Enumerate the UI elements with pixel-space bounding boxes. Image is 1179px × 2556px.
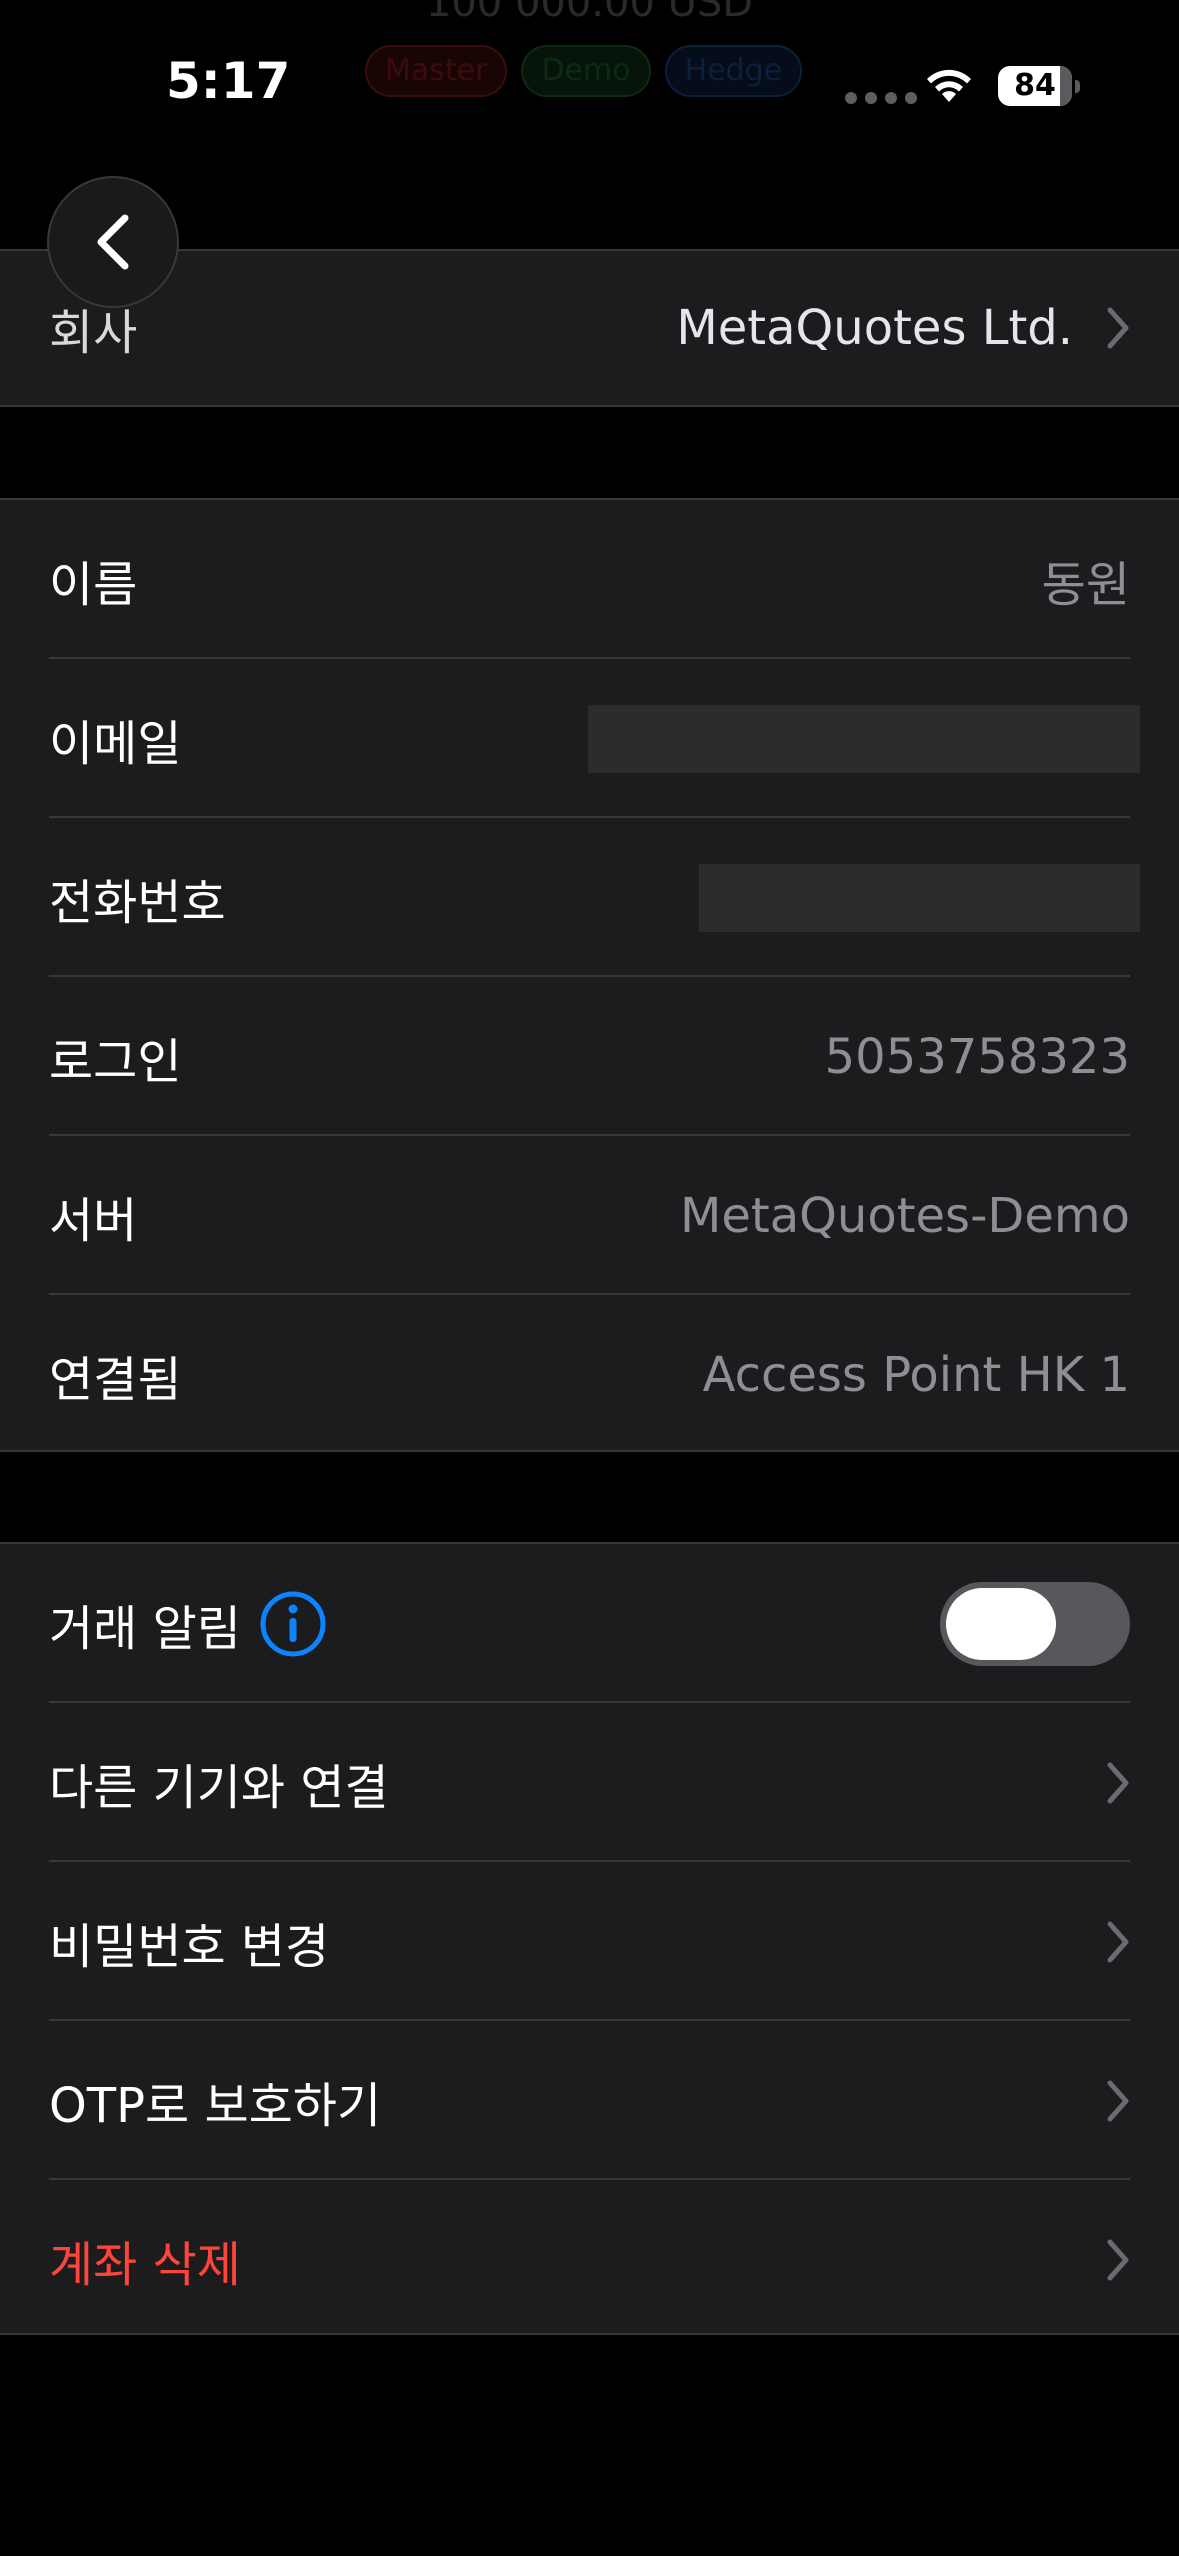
- account-tags: Master Demo Hedge: [365, 45, 803, 97]
- info-circle-icon[interactable]: [259, 1590, 327, 1658]
- connect-device-row[interactable]: 다른 기기와 연결: [0, 1703, 1179, 1862]
- header-balance: 100 000.00 USD: [425, 0, 754, 26]
- server-value: MetaQuotes-Demo: [679, 1187, 1130, 1244]
- delete-account-row[interactable]: 계좌 삭제: [0, 2180, 1179, 2339]
- email-value-redacted: [588, 704, 1140, 773]
- connected-row: 연결됨 Access Point HK 1: [0, 1295, 1179, 1454]
- delete-account-label: 계좌 삭제: [49, 2236, 241, 2293]
- company-section: 회사 MetaQuotes Ltd.: [0, 249, 1179, 407]
- account-actions-section: 거래 알림 다른 기기와 연결 비밀번호 변경 OTP로 보호하기 계좌 삭제: [0, 1542, 1179, 2335]
- name-row: 이름 동원: [0, 500, 1179, 659]
- toggle-knob: [946, 1587, 1056, 1660]
- trade-alerts-toggle[interactable]: [940, 1581, 1130, 1666]
- wifi-icon: [923, 66, 975, 110]
- chevron-right-icon: [1107, 2239, 1129, 2280]
- name-value: 동원: [1041, 556, 1130, 613]
- phone-label: 전화번호: [49, 874, 226, 931]
- phone-row: 전화번호: [0, 818, 1179, 977]
- otp-protect-row[interactable]: OTP로 보호하기: [0, 2021, 1179, 2180]
- battery-percent: 84: [1014, 68, 1056, 103]
- company-row[interactable]: 회사 MetaQuotes Ltd.: [0, 251, 1179, 405]
- server-row: 서버 MetaQuotes-Demo: [0, 1136, 1179, 1295]
- battery-icon: 84: [998, 66, 1080, 106]
- trade-alerts-row: 거래 알림: [0, 1544, 1179, 1703]
- change-password-label: 비밀번호 변경: [49, 1918, 330, 1975]
- chevron-right-icon: [1107, 2080, 1129, 2121]
- server-label: 서버: [49, 1192, 138, 1249]
- chevron-right-icon: [1107, 1762, 1129, 1803]
- tag-demo: Demo: [521, 45, 651, 97]
- login-value: 5053758323: [824, 1028, 1130, 1085]
- tag-hedge: Hedge: [664, 45, 803, 97]
- email-row: 이메일: [0, 659, 1179, 818]
- email-label: 이메일: [49, 715, 182, 772]
- tag-master: Master: [365, 45, 508, 97]
- chevron-right-icon: [1107, 1921, 1129, 1962]
- login-row: 로그인 5053758323: [0, 977, 1179, 1136]
- chevron-right-icon: [1107, 307, 1129, 349]
- login-label: 로그인: [49, 1033, 182, 1090]
- cellular-signal-icon: [845, 92, 917, 104]
- phone-value-redacted: [699, 863, 1140, 932]
- name-label: 이름: [49, 556, 138, 613]
- connect-device-label: 다른 기기와 연결: [49, 1759, 389, 1816]
- company-value: MetaQuotes Ltd.: [676, 300, 1073, 356]
- account-info-section: 이름 동원 이메일 전화번호 로그인 5053758323 서버 MetaQuo…: [0, 498, 1179, 1452]
- change-password-row[interactable]: 비밀번호 변경: [0, 1862, 1179, 2021]
- chevron-left-icon: [97, 214, 129, 270]
- status-bar: 100 000.00 USD Master Demo Hedge 5:17 84: [0, 0, 1179, 160]
- otp-protect-label: OTP로 보호하기: [49, 2077, 382, 2134]
- connected-value: Access Point HK 1: [702, 1346, 1130, 1403]
- status-time: 5:17: [166, 52, 291, 110]
- trade-alerts-label: 거래 알림: [49, 1600, 241, 1657]
- back-button[interactable]: [47, 176, 179, 308]
- connected-label: 연결됨: [49, 1351, 182, 1408]
